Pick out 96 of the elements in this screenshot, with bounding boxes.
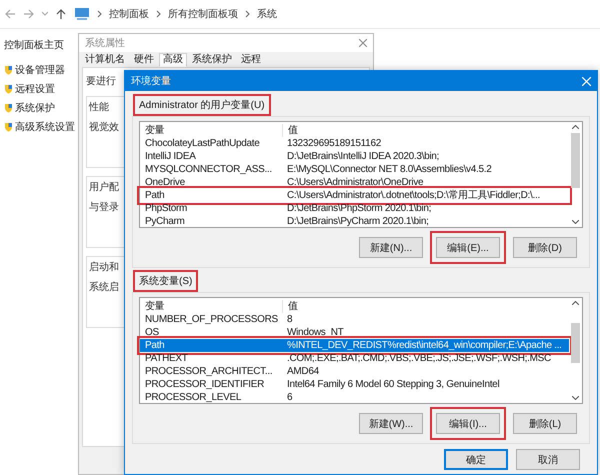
scroll-down-icon[interactable] <box>572 396 579 400</box>
table-cell-text: C:\Users\Administrator\OneDrive <box>286 176 424 189</box>
scrollbar[interactable] <box>569 298 582 403</box>
chevron-icon <box>245 10 250 18</box>
table-cell-text: AMD64 <box>286 365 320 378</box>
scroll-down-icon[interactable] <box>572 220 579 224</box>
button[interactable]: 删除(D) <box>513 237 577 258</box>
table-cell-text: MYSQLCONNECTOR_ASS... <box>144 163 273 176</box>
group-title: 启动和 <box>89 260 119 274</box>
tab[interactable]: 远程 <box>237 53 265 67</box>
up-icon[interactable] <box>55 8 67 20</box>
table-cell-text: Windows_NT <box>286 326 344 339</box>
button[interactable]: 编辑(I)... <box>436 413 500 434</box>
chevron-icon <box>156 10 161 18</box>
sidebar-link[interactable]: 高级系统设置 <box>15 120 75 134</box>
table-cell-text: D:\JetBrains\PhpStorm 2020.1\bin; <box>286 202 432 215</box>
breadcrumb-item[interactable]: 控制面板 <box>109 7 149 21</box>
shield-icon <box>4 103 13 113</box>
list-row[interactable]: MYSQLCONNECTOR_ASS... E:\MySQL\Connector NET 8.0\Assemblies\v4.5.2 <box>140 163 569 176</box>
group-text: 与登录 <box>89 200 119 214</box>
table-cell-text: IntelliJ IDEA <box>144 150 197 163</box>
table-cell-text: %INTEL_DEV_REDIST%redist\intel64_win\compiler;E:\Apache ... <box>286 339 563 352</box>
scroll-up-icon[interactable] <box>572 125 579 129</box>
table-cell-text: PROCESSOR_LEVEL <box>144 391 242 404</box>
table-cell-text: E:\MySQL\Connector NET 8.0\Assemblies\v4.5.2 <box>286 163 492 176</box>
group-label: Administrator 的用户变量(U) <box>136 97 268 113</box>
button[interactable]: 编辑(E)... <box>436 237 500 258</box>
list-row[interactable]: PyCharm D:\JetBrains\PyCharm 2020.1\bin; <box>140 215 569 228</box>
button[interactable]: 取消 <box>516 449 580 470</box>
table-cell-text: NUMBER_OF_PROCESSORS <box>144 313 279 326</box>
table-cell-text: Path <box>144 189 166 202</box>
table-cell-text: 8 <box>286 313 294 326</box>
sidebar-link[interactable]: 设备管理器 <box>15 63 65 77</box>
list-row[interactable]: PROCESSOR_LEVEL 6 <box>140 391 569 404</box>
table-cell-text: 6 <box>286 391 294 404</box>
tab[interactable]: 计算机名 <box>81 53 129 67</box>
group-label: 系统变量(S) <box>136 273 196 289</box>
button[interactable]: 确定 <box>444 449 508 470</box>
list-row[interactable]: PROCESSOR_IDENTIFIER Intel64 Family 6 Model 60 Stepping 3, GenuineIntel <box>140 378 569 391</box>
chevron-icon <box>97 10 102 18</box>
table-cell-text: PATHEXT <box>144 352 189 365</box>
button[interactable]: 删除(L) <box>513 413 577 434</box>
window-title: 系统属性 <box>85 36 125 50</box>
list-row[interactable]: NUMBER_OF_PROCESSORS 8 <box>140 313 569 326</box>
list-row[interactable]: Path %INTEL_DEV_REDIST%redist\intel64_win\compiler;E:\Apache ... <box>140 339 569 352</box>
list-row[interactable]: PhpStorm D:\JetBrains\PhpStorm 2020.1\bin; <box>140 202 569 215</box>
breadcrumb-item[interactable]: 所有控制面板项 <box>168 7 238 21</box>
table-cell-text: D:\JetBrains\PyCharm 2020.1\bin; <box>286 215 430 228</box>
table-cell-text: OneDrive <box>144 176 186 189</box>
table-cell-text: PROCESSOR_IDENTIFIER <box>144 378 266 391</box>
column-header[interactable]: 变量 <box>140 300 282 313</box>
scrollbar-thumb[interactable] <box>571 323 580 363</box>
group-title: 用户配 <box>89 180 119 194</box>
group-text: 视觉效 <box>89 120 119 134</box>
table-cell-text: D:\JetBrains\IntelliJ IDEA 2020.3\bin; <box>286 150 440 163</box>
list-row[interactable]: OS Windows_NT <box>140 326 569 339</box>
table-cell-text: PROCESSOR_ARCHITECT... <box>144 365 274 378</box>
list-row[interactable]: IntelliJ IDEA D:\JetBrains\IntelliJ IDEA 2020.3\bin; <box>140 150 569 163</box>
description-text: 要进行 <box>86 74 116 88</box>
list-row[interactable]: ChocolateyLastPathUpdate 132329695189151162 <box>140 137 569 150</box>
list-row[interactable]: PROCESSOR_ARCHITECT... AMD64 <box>140 365 569 378</box>
table-cell-text: PyCharm <box>144 215 186 228</box>
tab[interactable]: 硬件 <box>130 53 158 67</box>
table-cell-text: Path <box>144 339 166 352</box>
column-header[interactable]: 值 <box>282 300 569 313</box>
group-title: 性能 <box>89 100 109 114</box>
sidebar-link[interactable]: 控制面板主页 <box>4 38 64 52</box>
tab[interactable]: 高级 <box>159 53 187 67</box>
shield-icon <box>4 84 13 94</box>
dialog-title: 环境变量 <box>131 74 171 88</box>
scrollbar[interactable] <box>569 122 582 227</box>
column-header[interactable]: 变量 <box>140 124 282 137</box>
tab[interactable]: 系统保护 <box>188 53 236 67</box>
column-header[interactable]: 值 <box>282 124 569 137</box>
scroll-up-icon[interactable] <box>572 301 579 305</box>
table-cell-text: 132329695189151162 <box>286 137 382 150</box>
close-icon[interactable] <box>359 39 367 47</box>
scrollbar-thumb[interactable] <box>571 133 580 188</box>
breadcrumb-item[interactable]: 系统 <box>257 7 277 21</box>
sidebar-link[interactable]: 系统保护 <box>15 101 55 115</box>
table-cell-text: ChocolateyLastPathUpdate <box>144 137 261 150</box>
control-panel-icon <box>74 7 90 21</box>
table-cell-text: Intel64 Family 6 Model 60 Stepping 3, GenuineIntel <box>286 378 500 391</box>
list-row[interactable]: Path C:\Users\Administrator\.dotnet\tools;D:\常用工具\Fiddler;D:\... <box>140 189 569 202</box>
list-row[interactable]: OneDrive C:\Users\Administrator\OneDrive <box>140 176 569 189</box>
button[interactable]: 新建(N)... <box>359 237 423 258</box>
shield-icon <box>4 65 13 75</box>
sidebar-link[interactable]: 远程设置 <box>15 82 55 96</box>
list-row[interactable]: PATHEXT .COM;.EXE;.BAT;.CMD;.VBS;.VBE;.JS;.JSE;.WSF;.WSH;.MSC <box>140 352 569 365</box>
shield-icon <box>4 122 13 132</box>
group-text: 系统启 <box>89 280 119 294</box>
button[interactable]: 新建(W)... <box>359 413 423 434</box>
table-cell-text: OS <box>144 326 160 339</box>
table-cell-text: PhpStorm <box>144 202 188 215</box>
table-cell-text: C:\Users\Administrator\.dotnet\tools;D:\常用工具\Fiddler;D:\... <box>286 189 541 202</box>
table-cell-text: .COM;.EXE;.BAT;.CMD;.VBS;.VBE;.JS;.JSE;.WSF;.WSH;.MSC <box>286 352 552 365</box>
